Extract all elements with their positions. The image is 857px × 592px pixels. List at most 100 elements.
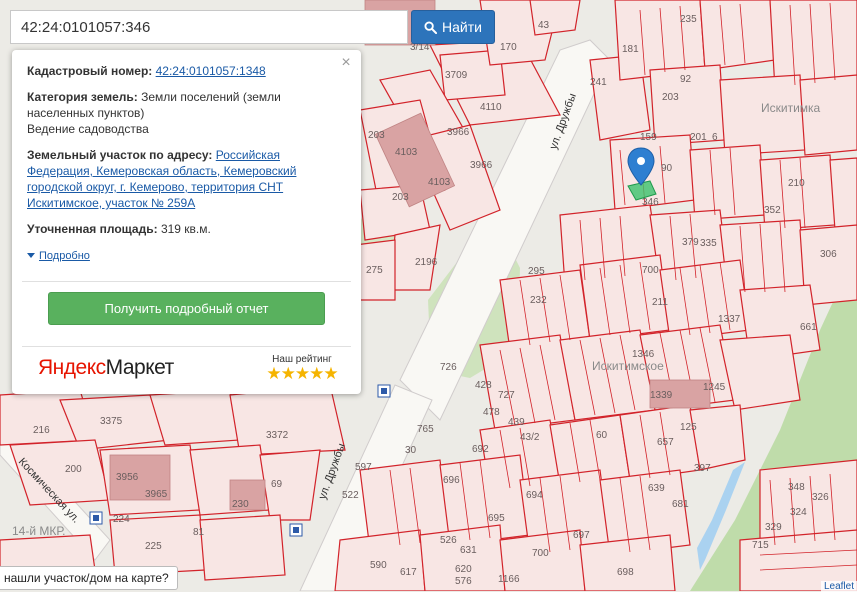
parcel-label: 335 <box>700 238 717 249</box>
parcel-label: 715 <box>752 540 769 551</box>
parcel-label: 681 <box>672 499 689 510</box>
parcel-label: 81 <box>193 527 205 538</box>
parcel-label: 200 <box>65 464 82 475</box>
parcel-label: 346 <box>642 197 659 208</box>
bus-stop-icon <box>289 523 303 537</box>
feedback-tip[interactable]: нашли участок/дом на карте? <box>0 566 178 590</box>
parcel-label: 43/2 <box>520 432 540 443</box>
logo-yandex-text: Яндекс <box>38 356 106 379</box>
parcel-label: 43 <box>538 20 550 31</box>
parcel-label: 698 <box>617 567 634 578</box>
category-row: Категория земель: Земли поселений (земли… <box>27 89 347 137</box>
parcel-label: 726 <box>440 362 457 373</box>
parcel-label: 241 <box>590 77 607 88</box>
area-row: Уточненная площадь: 319 кв.м. <box>27 221 347 237</box>
parcel-label: 700 <box>532 548 549 559</box>
parcel-label: 181 <box>622 44 639 55</box>
parcel-label: 696 <box>443 475 460 486</box>
divider <box>22 281 351 282</box>
parcel-label: 526 <box>440 535 457 546</box>
parcel-info-popup: × Кадастровый номер: 42:24:0101057:1348 … <box>12 50 361 394</box>
parcel-label: 211 <box>652 297 668 308</box>
parcel-label: 3966 <box>447 127 470 138</box>
district-label-iskitimskoe: Искитимское <box>592 359 664 373</box>
parcel-label: 348 <box>788 482 805 493</box>
parcel-label: 90 <box>661 163 673 174</box>
bus-stop-icon <box>377 384 391 398</box>
district-label-iskitimka: Искитимка <box>761 101 821 115</box>
district-label-14: 14-й МКР. <box>12 524 65 538</box>
parcel-label: 125 <box>680 422 697 433</box>
parcel-label: 306 <box>820 249 837 260</box>
parcel-label: 216 <box>33 425 50 436</box>
search-button-label: Найти <box>442 19 482 35</box>
search-button[interactable]: Найти <box>411 10 495 44</box>
parcel-label: 203 <box>662 92 679 103</box>
parcel-label: 765 <box>417 424 434 435</box>
parcel-label: 30 <box>405 445 417 456</box>
search-input[interactable] <box>10 10 408 44</box>
parcel-label: 428 <box>475 380 492 391</box>
parcel-label: 1245 <box>703 382 726 393</box>
parcel-label: 639 <box>648 483 665 494</box>
parcel-label: 631 <box>460 545 477 556</box>
parcel-label: 3375 <box>100 416 123 427</box>
market-rating[interactable]: Наш рейтинг ★★★★★ <box>257 354 347 383</box>
parcel-label: 695 <box>488 513 505 524</box>
cadastral-row: Кадастровый номер: 42:24:0101057:1348 <box>27 63 347 79</box>
parcel-label: 3372 <box>266 430 289 441</box>
parcel-label: 203 <box>368 130 385 141</box>
cadastral-label: Кадастровый номер: <box>27 64 153 78</box>
parcel-label: 203 <box>392 192 409 203</box>
parcel-label: 170 <box>500 42 517 53</box>
parcel-label: 697 <box>573 530 590 541</box>
details-toggle-label: Подробно <box>39 249 90 262</box>
parcel-label: 478 <box>483 407 500 418</box>
parcel-label: 326 <box>812 492 829 503</box>
parcel-label: 235 <box>680 14 697 25</box>
parcel-label: 4103 <box>395 147 418 158</box>
parcel-label: 4103 <box>428 177 451 188</box>
get-report-button[interactable]: Получить подробный отчет <box>48 292 325 325</box>
chevron-down-icon <box>27 253 35 258</box>
parcel-label: 329 <box>765 522 782 533</box>
bus-stop-icon <box>89 511 103 525</box>
parcel-label: 2196 <box>415 257 438 268</box>
permitted-use-value: Ведение садоводства <box>27 122 149 136</box>
parcel-label: 576 <box>455 576 472 587</box>
parcel-label: 60 <box>596 430 608 441</box>
parcel-label: 694 <box>526 490 543 501</box>
parcel-label: 275 <box>366 265 383 276</box>
parcel-label: 295 <box>528 266 545 277</box>
parcel-label: 324 <box>790 507 807 518</box>
close-icon[interactable]: × <box>339 55 353 71</box>
details-toggle[interactable]: Подробно <box>27 250 90 262</box>
address-row: Земельный участок по адресу: Российская … <box>27 147 347 211</box>
parcel-label: 522 <box>342 490 359 501</box>
parcel-label: 397 <box>694 463 711 474</box>
parcel-label: 92 <box>680 74 692 85</box>
parcel-label: 439 <box>508 417 525 428</box>
parcel-label: 224 <box>113 514 130 525</box>
divider <box>22 346 351 347</box>
category-label: Категория земель: <box>27 90 138 104</box>
parcel-label: 379 <box>682 237 699 248</box>
parcel-label: 692 <box>472 444 489 455</box>
parcel-label: 352 <box>764 205 781 216</box>
area-value: 319 кв.м. <box>160 222 211 236</box>
parcel-label: 232 <box>530 295 547 306</box>
parcel-label: 1166 <box>498 574 520 585</box>
area-label: Уточненная площадь: <box>27 222 158 236</box>
yandex-market-logo[interactable]: ЯндексМаркет <box>38 356 174 380</box>
parcel-label: 3965 <box>145 489 168 500</box>
parcel-label: 590 <box>370 560 387 571</box>
parcel-label: 159 <box>640 132 657 143</box>
leaflet-attribution[interactable]: Leaflet <box>820 581 857 592</box>
parcel-label: 3709 <box>445 70 468 81</box>
logo-market-text: Маркет <box>105 356 175 379</box>
parcel-label: 597 <box>355 462 372 473</box>
parcel-label: 1339 <box>650 390 673 401</box>
cadastral-number-link[interactable]: 42:24:0101057:1348 <box>156 64 266 78</box>
parcel-label: 201 <box>690 132 707 143</box>
parcel-label: 661 <box>800 322 817 333</box>
